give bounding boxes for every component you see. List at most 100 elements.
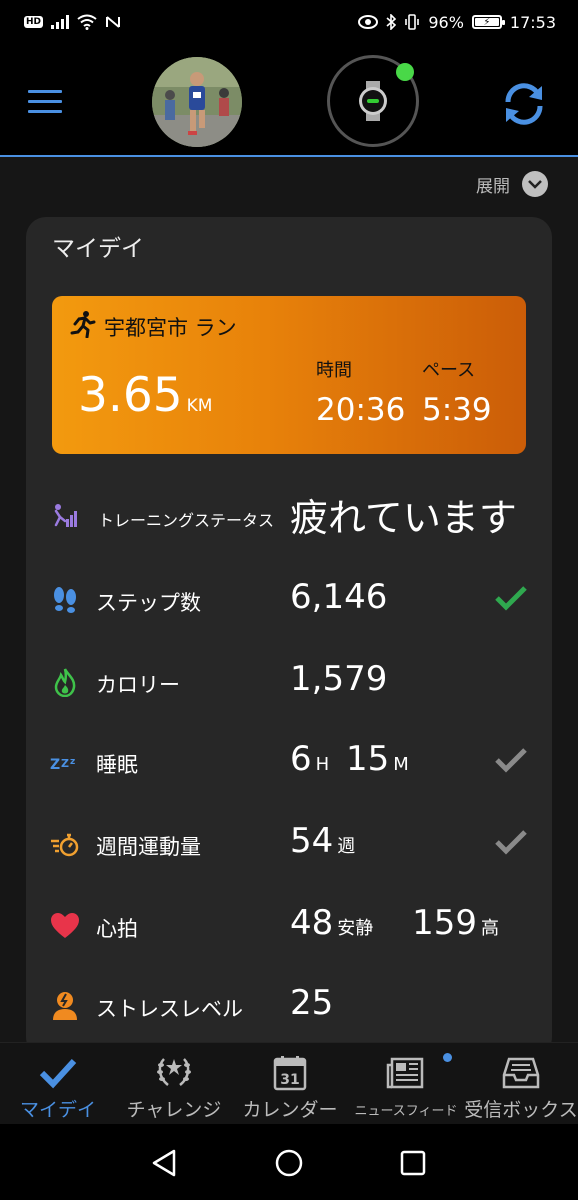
- sleep-zzz-icon: Z Z z: [50, 757, 75, 773]
- sleep-hours-unit: H: [315, 754, 330, 775]
- clock: 17:53: [509, 12, 556, 32]
- intensity-minutes-value: 54 週: [290, 821, 355, 861]
- intensity-number: 54: [290, 821, 334, 861]
- main-content: 展開 マイデイ 宇都宮市 ラン 3.65 KM 時間 20:36 ペース 5:39: [0, 157, 578, 1042]
- resting-hr: 48: [290, 903, 334, 943]
- chevron-down-icon: [522, 171, 548, 197]
- steps-label: ステップ数: [96, 591, 201, 615]
- training-status-value: 疲れています: [290, 496, 517, 540]
- heart-icon: [51, 913, 79, 938]
- calories-label: カロリー: [96, 673, 180, 697]
- hd-badge: HD: [24, 16, 44, 28]
- intensity-minutes-label: 週間運動量: [96, 835, 201, 859]
- svg-text:Z: Z: [50, 757, 60, 773]
- training-status-row[interactable]: トレーニングステータス 疲れています: [26, 485, 552, 545]
- stress-row[interactable]: ストレスレベル 25: [26, 975, 552, 1035]
- expand-label: 展開: [476, 176, 510, 197]
- activity-name: 宇都宮市 ラン: [104, 316, 237, 340]
- sleep-value: 6H 15 M: [290, 739, 409, 779]
- steps-row[interactable]: ステップ数 6,146: [26, 569, 552, 629]
- running-icon: [70, 311, 96, 338]
- high-hr: 159: [412, 903, 477, 943]
- connected-dot-icon: [396, 63, 414, 81]
- device-status[interactable]: [327, 55, 419, 147]
- steps-value: 6,146: [290, 577, 388, 617]
- check-icon: [495, 830, 527, 855]
- expand-toggle[interactable]: 展開: [476, 171, 548, 197]
- heart-rate-row[interactable]: 心拍 48 安静 159 高: [26, 895, 552, 955]
- sync-icon[interactable]: [500, 80, 548, 128]
- bluetooth-icon: [386, 14, 397, 30]
- check-icon: [39, 1058, 77, 1089]
- profile-photo: [152, 57, 242, 147]
- my-day-card: マイデイ 宇都宮市 ラン 3.65 KM 時間 20:36 ペース 5:39 ト…: [26, 217, 552, 1042]
- goal-met-check-icon: [495, 586, 527, 611]
- svg-text:z: z: [70, 757, 75, 767]
- calories-row[interactable]: カロリー 1,579: [26, 651, 552, 711]
- sleep-hours: 6: [290, 739, 312, 779]
- status-left: HD: [24, 14, 121, 30]
- app-header: [0, 44, 578, 156]
- nav-label-inbox: 受信ボックス: [464, 1099, 578, 1121]
- status-right: 96% ⚡ 17:53: [358, 13, 556, 32]
- intensity-unit: 週: [337, 836, 356, 857]
- card-title: マイデイ: [52, 236, 144, 262]
- nav-challenges[interactable]: チャレンジ: [116, 1043, 232, 1125]
- signal-icon: [51, 15, 70, 29]
- calories-value: 1,579: [290, 659, 388, 699]
- eye-icon: [358, 15, 379, 29]
- nav-label-calendar: カレンダー: [242, 1099, 338, 1121]
- resting-hr-unit: 安静: [337, 918, 374, 939]
- watch-icon: [359, 81, 387, 121]
- activity-time: 時間 20:36: [316, 356, 405, 428]
- recents-icon[interactable]: [398, 1148, 428, 1178]
- pace-label: ペース: [422, 360, 476, 381]
- hamburger-menu-icon[interactable]: [28, 90, 62, 114]
- home-icon[interactable]: [274, 1148, 304, 1178]
- laurel-icon: [157, 1058, 191, 1086]
- intensity-minutes-row[interactable]: 週間運動量 54 週: [26, 813, 552, 873]
- status-bar: HD 96% ⚡ 17:53: [0, 0, 578, 44]
- training-status-icon: [54, 504, 77, 527]
- pace-value: 5:39: [422, 392, 492, 428]
- battery-icon: ⚡: [471, 15, 505, 29]
- wifi-icon: [77, 14, 97, 30]
- battery-percent: 96%: [428, 12, 464, 32]
- time-label: 時間: [316, 360, 352, 381]
- footprints-icon: [54, 587, 76, 613]
- nav-label-my-day: マイデイ: [19, 1099, 96, 1121]
- stress-value: 25: [290, 983, 334, 1023]
- sleep-row[interactable]: Z Z z 睡眠 6H 15 M: [26, 731, 552, 791]
- sleep-minutes: 15: [346, 739, 390, 779]
- stress-icon: [53, 992, 77, 1020]
- profile-avatar[interactable]: [152, 57, 242, 147]
- nav-calendar[interactable]: 31 カレンダー: [232, 1043, 348, 1125]
- activity-card[interactable]: 宇都宮市 ラン 3.65 KM 時間 20:36 ペース 5:39: [52, 296, 526, 454]
- heart-rate-value: 48 安静 159 高: [290, 903, 499, 943]
- activity-distance: 3.65 KM: [78, 368, 212, 423]
- newsfeed-icon: [386, 1057, 424, 1089]
- activity-pace: ペース 5:39: [422, 356, 492, 428]
- calendar-day: 31: [280, 1072, 299, 1088]
- unread-dot-icon: [443, 1053, 452, 1062]
- svg-text:Z: Z: [61, 757, 69, 770]
- training-status-label: トレーニングステータス: [98, 511, 275, 530]
- nfc-icon: [106, 16, 121, 28]
- system-navigation-bar: [0, 1124, 578, 1200]
- nav-newsfeed[interactable]: ニュースフィード: [348, 1043, 464, 1125]
- bottom-navigation: マイデイ チャレンジ 31 カレンダー ニュースフィード 受信ボックス: [0, 1042, 578, 1124]
- nav-my-day[interactable]: マイデイ: [0, 1043, 116, 1125]
- flame-icon: [54, 668, 76, 697]
- nav-label-newsfeed: ニュースフィード: [354, 1104, 458, 1119]
- nav-label-challenges: チャレンジ: [126, 1099, 222, 1121]
- back-icon[interactable]: [150, 1148, 180, 1178]
- vibrate-icon: [405, 14, 420, 30]
- distance-value: 3.65: [78, 368, 183, 423]
- check-icon: [495, 748, 527, 773]
- calendar-icon: 31: [273, 1056, 307, 1091]
- nav-inbox[interactable]: 受信ボックス: [464, 1043, 578, 1125]
- stress-label: ストレスレベル: [96, 997, 243, 1021]
- heart-rate-label: 心拍: [96, 917, 138, 941]
- high-hr-unit: 高: [480, 918, 499, 939]
- inbox-icon: [502, 1057, 540, 1089]
